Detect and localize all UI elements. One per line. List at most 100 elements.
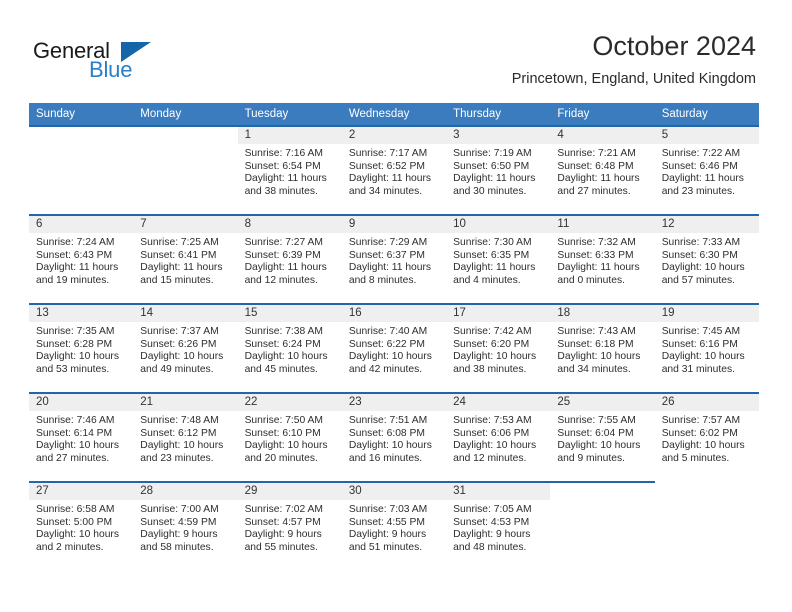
day-number: 8 <box>237 216 342 233</box>
day-number: 13 <box>29 305 134 322</box>
day-detail-line: and 49 minutes. <box>140 363 214 375</box>
day-cell[interactable]: 25 Sunrise: 7:55 AM Sunset: 6:04 PM Dayligh… <box>550 394 655 481</box>
day-detail-line: and 57 minutes. <box>661 274 735 286</box>
day-number: 10 <box>446 216 551 233</box>
day-cell[interactable]: 27 Sunrise: 6:58 AM Sunset: 5:00 PM Dayligh… <box>29 483 134 570</box>
day-details: Sunrise: 7:51 AM Sunset: 6:08 PM Daylight:… <box>342 411 446 465</box>
day-detail-line: Sunrise: 7:48 AM <box>140 415 219 426</box>
day-cell[interactable]: 28 Sunrise: 7:00 AM Sunset: 4:59 PM Dayligh… <box>133 483 238 570</box>
day-detail-line: Sunrise: 7:55 AM <box>557 415 636 426</box>
day-detail-line: and 12 minutes. <box>244 274 318 286</box>
day-details: Sunrise: 7:21 AM Sunset: 6:48 PM Daylight:… <box>550 144 654 198</box>
day-detail-line: Sunset: 6:35 PM <box>453 249 530 261</box>
day-detail-line: Sunset: 6:33 PM <box>557 249 634 261</box>
day-detail-line: Daylight: 11 hours <box>661 173 744 185</box>
day-detail-line: Sunset: 6:26 PM <box>140 338 217 350</box>
day-detail-line: Daylight: 11 hours <box>453 262 536 274</box>
day-cell[interactable]: 19 Sunrise: 7:45 AM Sunset: 6:16 PM Dayligh… <box>654 305 759 392</box>
day-cell[interactable]: 7 Sunrise: 7:25 AM Sunset: 6:41 PM Daylight… <box>133 216 238 303</box>
day-detail-line: Daylight: 11 hours <box>453 173 536 185</box>
day-details: Sunrise: 7:45 AM Sunset: 6:16 PM Daylight:… <box>655 322 759 376</box>
day-cell[interactable]: 14 Sunrise: 7:37 AM Sunset: 6:26 PM Dayligh… <box>133 305 238 392</box>
day-details: Sunrise: 7:40 AM Sunset: 6:22 PM Daylight:… <box>342 322 446 376</box>
day-detail-line: Sunset: 6:37 PM <box>348 249 425 261</box>
day-detail-line: Sunset: 4:57 PM <box>244 516 321 528</box>
day-cell[interactable]: 26 Sunrise: 7:57 AM Sunset: 6:02 PM Dayligh… <box>654 394 759 481</box>
day-detail-line: Sunrise: 7:40 AM <box>348 326 428 337</box>
day-cell[interactable]: 17 Sunrise: 7:42 AM Sunset: 6:20 PM Dayligh… <box>446 305 551 392</box>
day-detail-line: Daylight: 10 hours <box>140 351 224 363</box>
day-cell[interactable]: 4 Sunrise: 7:21 AM Sunset: 6:48 PM Daylight… <box>550 127 655 214</box>
day-cell[interactable]: 16 Sunrise: 7:40 AM Sunset: 6:22 PM Dayligh… <box>341 305 447 392</box>
day-detail-line: Daylight: 11 hours <box>244 262 327 274</box>
day-detail-line: and 20 minutes. <box>244 452 318 464</box>
day-detail-line: Sunset: 6:24 PM <box>244 338 321 350</box>
day-details: Sunrise: 7:42 AM Sunset: 6:20 PM Daylight:… <box>446 322 550 376</box>
day-detail-line: and 34 minutes. <box>348 185 423 197</box>
day-detail-line: Daylight: 10 hours <box>661 351 745 363</box>
day-cell[interactable]: 30 Sunrise: 7:03 AM Sunset: 4:55 PM Dayligh… <box>341 483 447 570</box>
day-cell[interactable]: 10 Sunrise: 7:30 AM Sunset: 6:35 PM Dayligh… <box>446 216 551 303</box>
day-detail-line: and 2 minutes. <box>36 541 104 553</box>
weekday-header-friday: Friday <box>557 108 590 120</box>
day-detail-line: Sunset: 6:02 PM <box>661 427 738 439</box>
day-detail-line: Sunset: 6:10 PM <box>244 427 321 439</box>
day-cell[interactable]: 1 Sunrise: 7:16 AM Sunset: 6:54 PM Daylight… <box>237 127 342 214</box>
weekday-header-row: Sunday Monday Tuesday Wednesday Thursday Frid… <box>29 103 759 125</box>
day-number: 16 <box>341 305 447 322</box>
day-detail-line: and 19 minutes. <box>36 274 110 286</box>
day-cell[interactable]: 6 Sunrise: 7:24 AM Sunset: 6:43 PM Daylight… <box>29 216 134 303</box>
calendar-week-row: 1 Sunrise: 7:16 AM Sunset: 6:54 PM Daylight… <box>29 125 759 214</box>
day-detail-line: Sunrise: 7:57 AM <box>661 415 741 426</box>
day-cell[interactable]: 3 Sunrise: 7:19 AM Sunset: 6:50 PM Daylight… <box>446 127 551 214</box>
day-cell[interactable]: 22 Sunrise: 7:50 AM Sunset: 6:10 PM Dayligh… <box>237 394 342 481</box>
week-cells: 13 Sunrise: 7:35 AM Sunset: 6:28 PM Dayligh… <box>29 305 759 392</box>
day-cell[interactable]: 15 Sunrise: 7:38 AM Sunset: 6:24 PM Dayligh… <box>237 305 342 392</box>
day-detail-line: and 15 minutes. <box>140 274 214 286</box>
day-cell[interactable]: 13 Sunrise: 7:35 AM Sunset: 6:28 PM Dayligh… <box>29 305 134 392</box>
day-detail-line: Daylight: 10 hours <box>244 440 328 452</box>
day-cell[interactable]: 31 Sunrise: 7:05 AM Sunset: 4:53 PM Dayligh… <box>446 483 551 570</box>
day-detail-line: Sunset: 6:06 PM <box>453 427 530 439</box>
day-detail-line: and 55 minutes. <box>244 541 318 553</box>
day-number: 21 <box>133 394 238 411</box>
day-detail-line: Sunrise: 7:33 AM <box>661 237 741 248</box>
day-number: 26 <box>654 394 759 411</box>
day-cell[interactable]: 8 Sunrise: 7:27 AM Sunset: 6:39 PM Daylight… <box>237 216 342 303</box>
day-detail-line: and 30 minutes. <box>453 185 527 197</box>
day-cell[interactable]: 18 Sunrise: 7:43 AM Sunset: 6:18 PM Dayligh… <box>550 305 655 392</box>
day-cell[interactable]: 2 Sunrise: 7:17 AM Sunset: 6:52 PM Daylight… <box>341 127 447 214</box>
day-detail-line: Sunrise: 7:24 AM <box>36 237 115 248</box>
day-detail-line: Sunset: 6:04 PM <box>557 427 634 439</box>
day-detail-line: and 51 minutes. <box>348 541 423 553</box>
day-cell[interactable]: 5 Sunrise: 7:22 AM Sunset: 6:46 PM Daylight… <box>654 127 759 214</box>
day-cell[interactable]: 21 Sunrise: 7:48 AM Sunset: 6:12 PM Dayligh… <box>133 394 238 481</box>
day-number: 22 <box>237 394 342 411</box>
day-cell-empty <box>550 483 654 570</box>
day-detail-line: Sunset: 6:08 PM <box>348 427 425 439</box>
day-detail-line: Sunrise: 7:53 AM <box>453 415 532 426</box>
day-cell[interactable]: 9 Sunrise: 7:29 AM Sunset: 6:37 PM Daylight… <box>341 216 447 303</box>
day-detail-line: Sunset: 6:18 PM <box>557 338 634 350</box>
day-details: Sunrise: 7:05 AM Sunset: 4:53 PM Daylight:… <box>446 500 550 554</box>
day-cell[interactable]: 23 Sunrise: 7:51 AM Sunset: 6:08 PM Dayligh… <box>341 394 447 481</box>
day-detail-line: and 16 minutes. <box>348 452 423 464</box>
day-detail-line: and 8 minutes. <box>348 274 417 286</box>
day-number: 12 <box>654 216 759 233</box>
day-cell[interactable]: 12 Sunrise: 7:33 AM Sunset: 6:30 PM Dayligh… <box>654 216 759 303</box>
day-detail-line: Daylight: 11 hours <box>557 173 640 185</box>
day-number: 1 <box>237 127 342 144</box>
day-detail-line: and 5 minutes. <box>661 452 730 464</box>
day-details: Sunrise: 7:55 AM Sunset: 6:04 PM Daylight:… <box>550 411 654 465</box>
day-details: Sunrise: 7:02 AM Sunset: 4:57 PM Daylight:… <box>238 500 342 554</box>
day-cell[interactable]: 29 Sunrise: 7:02 AM Sunset: 4:57 PM Dayligh… <box>237 483 342 570</box>
day-cell[interactable]: 20 Sunrise: 7:46 AM Sunset: 6:14 PM Dayligh… <box>29 394 134 481</box>
day-cell[interactable]: 24 Sunrise: 7:53 AM Sunset: 6:06 PM Dayligh… <box>446 394 551 481</box>
day-details: Sunrise: 7:38 AM Sunset: 6:24 PM Daylight:… <box>238 322 342 376</box>
day-detail-line: and 9 minutes. <box>557 452 625 464</box>
day-number: 14 <box>133 305 238 322</box>
day-details: Sunrise: 7:03 AM Sunset: 4:55 PM Daylight:… <box>342 500 446 554</box>
day-cell[interactable]: 11 Sunrise: 7:32 AM Sunset: 6:33 PM Dayligh… <box>550 216 655 303</box>
day-number: 30 <box>341 483 447 500</box>
day-detail-line: Sunrise: 7:27 AM <box>244 237 323 248</box>
